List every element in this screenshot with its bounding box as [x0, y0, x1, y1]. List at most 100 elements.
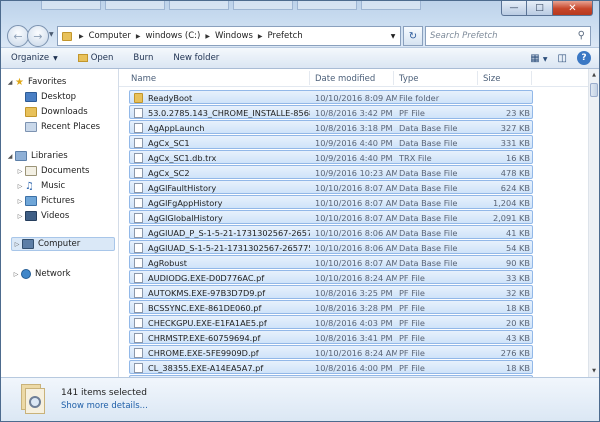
file-type: File folder [399, 93, 440, 103]
column-divider[interactable] [531, 71, 532, 85]
file-size: 41 KB [505, 228, 530, 238]
file-name: CHROME.EXE-5FE9909D.pf [148, 348, 259, 358]
nav-recent-places[interactable]: Recent Places [25, 120, 100, 134]
show-more-details-link[interactable]: Show more details... [61, 401, 148, 411]
breadcrumb-windows[interactable]: Windows [215, 31, 253, 41]
table-row[interactable]: CHROME.EXE-5FE9909D.pf 10/10/2016 8:24 AM… [129, 345, 533, 359]
nav-computer[interactable]: ▷ Computer [11, 237, 115, 251]
table-row[interactable]: BCSSYNC.EXE-861DE060.pf 10/8/2016 3:28 PM… [129, 300, 533, 314]
back-button[interactable]: ← [7, 25, 29, 47]
scroll-down-button[interactable]: ▼ [589, 365, 599, 377]
file-icon [134, 183, 143, 193]
file-date: 10/10/2016 8:06 AM [315, 243, 397, 253]
videos-icon [25, 211, 37, 221]
maximize-button[interactable]: □ [527, 1, 553, 16]
table-row[interactable]: AgRobust 10/10/2016 8:07 AM Data Base File… [129, 255, 533, 269]
burn-button[interactable]: Burn [133, 53, 153, 63]
breadcrumb-drive[interactable]: windows (C:) [146, 31, 201, 41]
nav-favorites-label: Favorites [27, 77, 67, 87]
expand-icon[interactable]: ▷ [11, 271, 21, 278]
vertical-scrollbar[interactable]: ▲ ▼ [588, 69, 599, 377]
background-tab [105, 1, 165, 10]
scroll-thumb[interactable] [590, 83, 598, 97]
table-row[interactable]: AgCx_SC1 10/9/2016 4:40 PM Data Base File 3… [129, 135, 533, 149]
file-date: 10/9/2016 4:40 PM [315, 153, 393, 163]
file-name: AgRobust [148, 258, 187, 268]
help-button[interactable]: ? [577, 51, 591, 65]
table-row[interactable]: AgGlFgAppHistory 10/10/2016 8:07 AM Data B… [129, 195, 533, 209]
nav-downloads[interactable]: Downloads [25, 105, 88, 119]
table-row[interactable]: CHECKGPU.EXE-E1FA1AE5.pf 10/8/2016 4:03 P… [129, 315, 533, 329]
recent-places-icon [25, 122, 37, 132]
scroll-up-button[interactable]: ▲ [589, 69, 599, 81]
search-input[interactable]: Search Prefetch [430, 31, 498, 41]
table-row[interactable]: CHRMSTP.EXE-60759694.pf 10/8/2016 3:41 PM… [129, 330, 533, 344]
column-divider[interactable] [309, 71, 310, 85]
file-size: 18 KB [505, 363, 530, 373]
open-button[interactable]: Open [77, 53, 113, 63]
table-row[interactable]: AgCx_SC2 10/9/2016 10:23 AM Data Base File… [129, 165, 533, 179]
column-name[interactable]: Name [131, 74, 156, 84]
collapse-icon[interactable]: ◢ [5, 79, 15, 86]
search-icon[interactable]: ⚲ [578, 30, 585, 41]
collapse-icon[interactable]: ◢ [5, 153, 15, 160]
nav-computer-label: Computer [38, 239, 81, 249]
table-row[interactable]: AgGlFaultHistory 10/10/2016 8:07 AM Data B… [129, 180, 533, 194]
libraries-icon [15, 151, 27, 161]
nav-music[interactable]: ▷ ♫ Music [15, 179, 66, 193]
table-row[interactable]: AUDIODG.EXE-D0D776AC.pf 10/10/2016 8:24 A… [129, 270, 533, 284]
table-row[interactable]: ReadyBoot 10/10/2016 8:09 AM File folder [129, 90, 533, 104]
view-icon: ▦ [530, 52, 540, 64]
nav-network[interactable]: ▷ Network [11, 267, 71, 281]
change-view-button[interactable]: ▦ ▼ [530, 53, 547, 64]
nav-documents-label: Documents [41, 166, 90, 176]
expand-icon[interactable]: ▷ [12, 241, 22, 248]
file-type: Data Base File [399, 243, 458, 253]
expand-icon[interactable]: ▷ [15, 168, 25, 175]
column-divider[interactable] [477, 71, 478, 85]
nav-libraries[interactable]: ◢ Libraries [5, 149, 68, 163]
preview-pane-button[interactable]: ◫ [558, 53, 567, 64]
table-row[interactable]: 53.0.2785.143_CHROME_INSTALLE-85683... 10… [129, 105, 533, 119]
expand-icon[interactable]: ▷ [15, 213, 25, 220]
table-row[interactable]: AgGlUAD_S-1-5-21-1731302567-2657759... 10… [129, 240, 533, 254]
expand-icon[interactable]: ▷ [15, 183, 25, 190]
nav-favorites[interactable]: ◢ ★ Favorites [5, 75, 67, 89]
nav-pictures[interactable]: ▷ Pictures [15, 194, 75, 208]
address-bar[interactable]: ▶ Computer ▶ windows (C:) ▶ Windows ▶ Pr… [57, 26, 401, 46]
file-icon [134, 168, 143, 178]
breadcrumb-computer[interactable]: Computer [89, 31, 131, 41]
search-box[interactable]: Search Prefetch ⚲ [425, 26, 591, 46]
table-row[interactable]: CL_38355.EXE-A14EA5A7.pf 10/8/2016 4:00 P… [129, 360, 533, 374]
close-button[interactable]: ✕ [553, 1, 593, 16]
minimize-button[interactable]: — [501, 1, 527, 16]
address-dropdown[interactable]: ▼ [386, 27, 400, 45]
expand-icon[interactable]: ▷ [15, 198, 25, 205]
file-date: 10/10/2016 8:07 AM [315, 258, 397, 268]
refresh-button[interactable]: ↻ [403, 26, 423, 46]
nav-desktop[interactable]: Desktop [25, 90, 76, 104]
table-row[interactable]: AgGlGlobalHistory 10/10/2016 8:07 AM Data … [129, 210, 533, 224]
nav-videos[interactable]: ▷ Videos [15, 209, 69, 223]
new-folder-button[interactable]: New folder [173, 53, 219, 63]
table-row[interactable]: AgGlUAD_P_S-1-5-21-1731302567-265777... 1… [129, 225, 533, 239]
table-row[interactable]: AgCx_SC1.db.trx 10/9/2016 4:40 PM TRX File… [129, 150, 533, 164]
file-size: 327 KB [500, 123, 530, 133]
nav-documents[interactable]: ▷ Documents [15, 164, 89, 178]
column-divider[interactable] [393, 71, 394, 85]
star-icon: ★ [15, 76, 24, 88]
forward-button[interactable]: → [27, 25, 49, 47]
recent-pages-dropdown[interactable]: ▼ [49, 31, 54, 38]
column-date[interactable]: Date modified [315, 74, 375, 84]
table-row[interactable]: AUTOKMS.EXE-97B3D7D9.pf 10/8/2016 3:25 PM… [129, 285, 533, 299]
breadcrumb-prefetch[interactable]: Prefetch [268, 31, 303, 41]
table-row[interactable]: AgAppLaunch 10/8/2016 3:18 PM Data Base Fi… [129, 120, 533, 134]
pictures-icon [25, 196, 37, 206]
file-date: 10/10/2016 8:07 AM [315, 198, 397, 208]
file-type: Data Base File [399, 213, 458, 223]
nav-music-label: Music [41, 181, 66, 191]
column-size[interactable]: Size [483, 74, 500, 84]
toolbar-right: ▦ ▼ ◫ ? [530, 51, 591, 65]
column-type[interactable]: Type [399, 74, 419, 84]
organize-button[interactable]: Organize ▼ [11, 53, 58, 63]
